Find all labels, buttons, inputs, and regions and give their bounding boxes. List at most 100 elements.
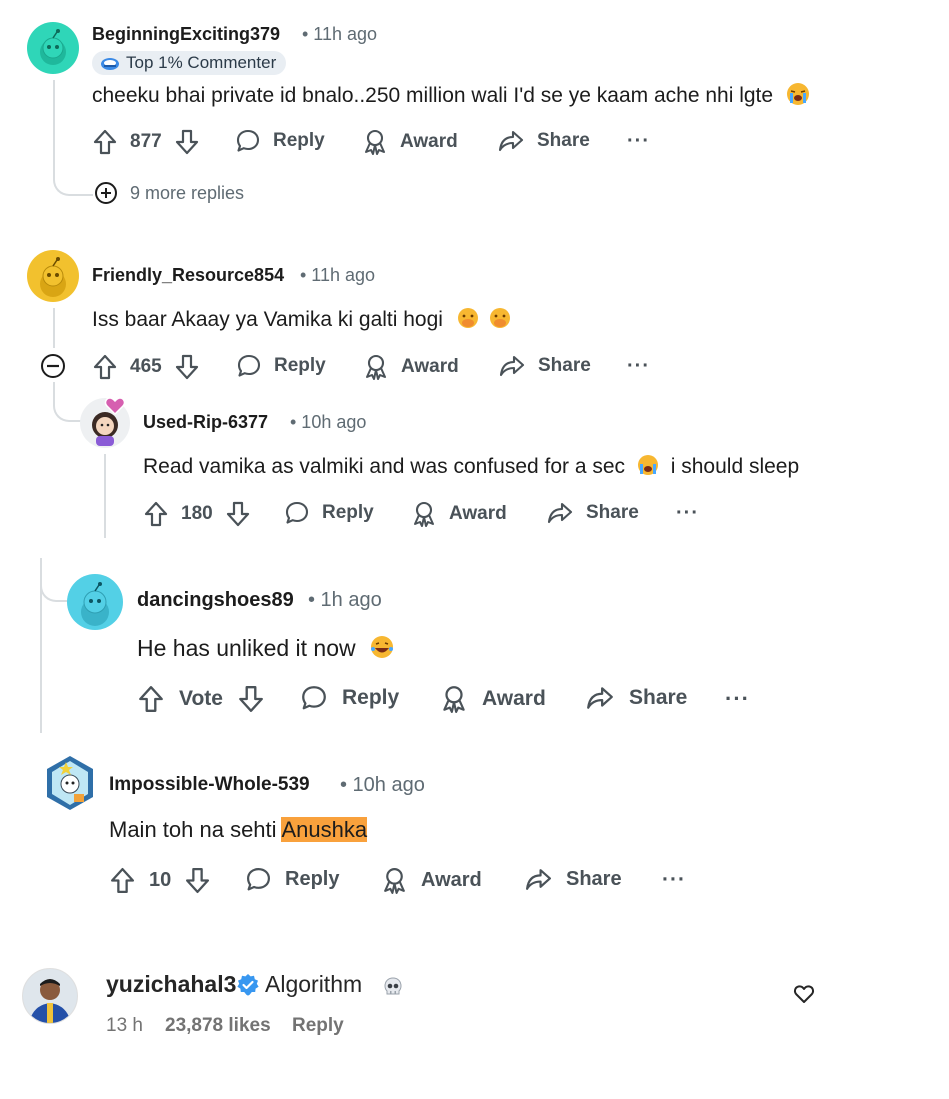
reply-label: Reply: [342, 686, 400, 709]
snoo-icon: [40, 29, 66, 65]
vote-count: 180: [181, 503, 213, 524]
instagram-username[interactable]: yuzichahal3: [106, 971, 236, 998]
award-icon: [414, 501, 434, 527]
comment-text: Main toh na sehti Anushka: [109, 817, 368, 843]
vote-control[interactable]: 10: [109, 866, 211, 895]
upvote-icon[interactable]: [143, 500, 169, 528]
thread-connector: [40, 560, 68, 602]
share-button[interactable]: Share: [524, 866, 622, 893]
timestamp: • 11h ago: [300, 265, 376, 285]
reply-button[interactable]: Reply: [236, 353, 326, 379]
avatar[interactable]: [67, 574, 123, 630]
comment-text: Iss baar Akaay ya Vamika ki galti hogi: [92, 307, 511, 335]
instagram-comment-text: Algorithm: [265, 971, 363, 997]
more-replies-label: 9 more replies: [130, 182, 245, 203]
username[interactable]: BeginningExciting379: [92, 24, 280, 45]
share-button[interactable]: Share: [497, 128, 590, 154]
more-options-button[interactable]: ···: [676, 502, 699, 525]
likes-count[interactable]: 23,878 likes: [165, 1015, 271, 1037]
more-options-button[interactable]: ···: [725, 686, 750, 712]
vote-control[interactable]: Vote: [137, 684, 265, 714]
thread-line: [53, 308, 55, 348]
award-button[interactable]: Award: [363, 353, 459, 381]
comment-bubble-icon: [302, 686, 326, 710]
profile-avatar[interactable]: [22, 968, 78, 1024]
more-replies-button[interactable]: 9 more replies: [94, 181, 244, 205]
share-icon: [587, 687, 613, 709]
share-button[interactable]: Share: [498, 353, 591, 379]
reply-label: Reply: [274, 355, 326, 376]
award-label: Award: [400, 131, 458, 152]
hexagon-avatar-icon: [47, 756, 93, 810]
award-label: Award: [449, 503, 507, 524]
upvote-icon[interactable]: [137, 684, 165, 714]
upvote-icon[interactable]: [92, 128, 118, 156]
comment-bubble-icon: [247, 868, 270, 891]
share-label: Share: [566, 868, 622, 890]
upvote-icon[interactable]: [109, 866, 136, 895]
downvote-icon[interactable]: [225, 500, 251, 528]
share-button[interactable]: Share: [546, 500, 639, 526]
username[interactable]: Friendly_Resource854: [92, 265, 284, 286]
username[interactable]: Impossible-Whole-539: [109, 774, 310, 796]
award-button[interactable]: Award: [362, 128, 458, 156]
share-button[interactable]: Share: [585, 684, 687, 712]
thread-connector: [53, 382, 81, 422]
reply-label: Reply: [285, 868, 340, 890]
comment-body: Read vamika as valmiki and was confused …: [143, 455, 626, 478]
award-button[interactable]: Award: [440, 684, 546, 714]
loudly-crying-emoji-icon: [637, 454, 659, 482]
avatar[interactable]: [27, 22, 79, 74]
collapse-thread-icon[interactable]: [40, 353, 66, 379]
vote-control[interactable]: 465: [92, 353, 200, 381]
commenter-badge-icon: [101, 58, 119, 70]
downvote-icon[interactable]: [174, 353, 200, 381]
share-label: Share: [538, 355, 591, 376]
more-options-button[interactable]: ···: [627, 355, 650, 378]
username[interactable]: dancingshoes89: [137, 589, 294, 612]
avatar[interactable]: [27, 250, 79, 302]
thread-line: [104, 454, 106, 538]
instagram-timestamp: 13 h: [106, 1015, 143, 1036]
comment-text: cheeku bhai private id bnalo..250 millio…: [92, 83, 809, 108]
award-button[interactable]: Award: [381, 866, 482, 895]
upvote-icon[interactable]: [92, 353, 118, 381]
award-icon: [366, 354, 386, 380]
vote-control[interactable]: 877: [92, 128, 200, 156]
timestamp: • 10h ago: [290, 412, 367, 432]
more-options-button[interactable]: ···: [662, 868, 686, 892]
timestamp: • 1h ago: [308, 589, 382, 611]
reply-button[interactable]: Reply: [300, 684, 399, 712]
share-icon: [526, 869, 551, 890]
face-with-hand-over-mouth-emoji-icon: [457, 307, 479, 335]
loudly-crying-emoji-icon: [786, 83, 809, 105]
badge-label: Top 1% Commenter: [126, 53, 277, 72]
vote-control[interactable]: 180: [143, 500, 251, 528]
instagram-reply-button[interactable]: Reply: [292, 1015, 344, 1037]
timestamp: • 10h ago: [340, 774, 425, 796]
reply-button[interactable]: Reply: [245, 866, 339, 893]
award-icon: [384, 868, 405, 894]
avatar[interactable]: [44, 754, 96, 812]
heart-badge-icon: [104, 397, 126, 416]
comment-body: He has unliked it now: [137, 635, 356, 661]
vote-count: 877: [130, 131, 162, 152]
comment-bubble-icon: [285, 501, 309, 524]
downvote-icon[interactable]: [237, 684, 265, 714]
reply-label: Reply: [322, 502, 374, 523]
reply-button[interactable]: Reply: [235, 128, 325, 154]
laughing-emoji-icon: [370, 635, 394, 665]
downvote-icon[interactable]: [184, 866, 211, 895]
reply-button[interactable]: Reply: [284, 500, 374, 526]
like-heart-icon[interactable]: [793, 984, 815, 1004]
share-label: Share: [537, 130, 590, 151]
thread-connector: [53, 160, 93, 196]
timestamp: • 11h ago: [302, 24, 378, 44]
award-button[interactable]: Award: [411, 500, 507, 528]
award-label: Award: [401, 356, 459, 377]
downvote-icon[interactable]: [174, 128, 200, 156]
award-label: Award: [482, 687, 546, 710]
more-options-button[interactable]: ···: [627, 130, 650, 153]
share-icon: [499, 355, 525, 377]
username[interactable]: Used-Rip-6377: [143, 412, 268, 433]
